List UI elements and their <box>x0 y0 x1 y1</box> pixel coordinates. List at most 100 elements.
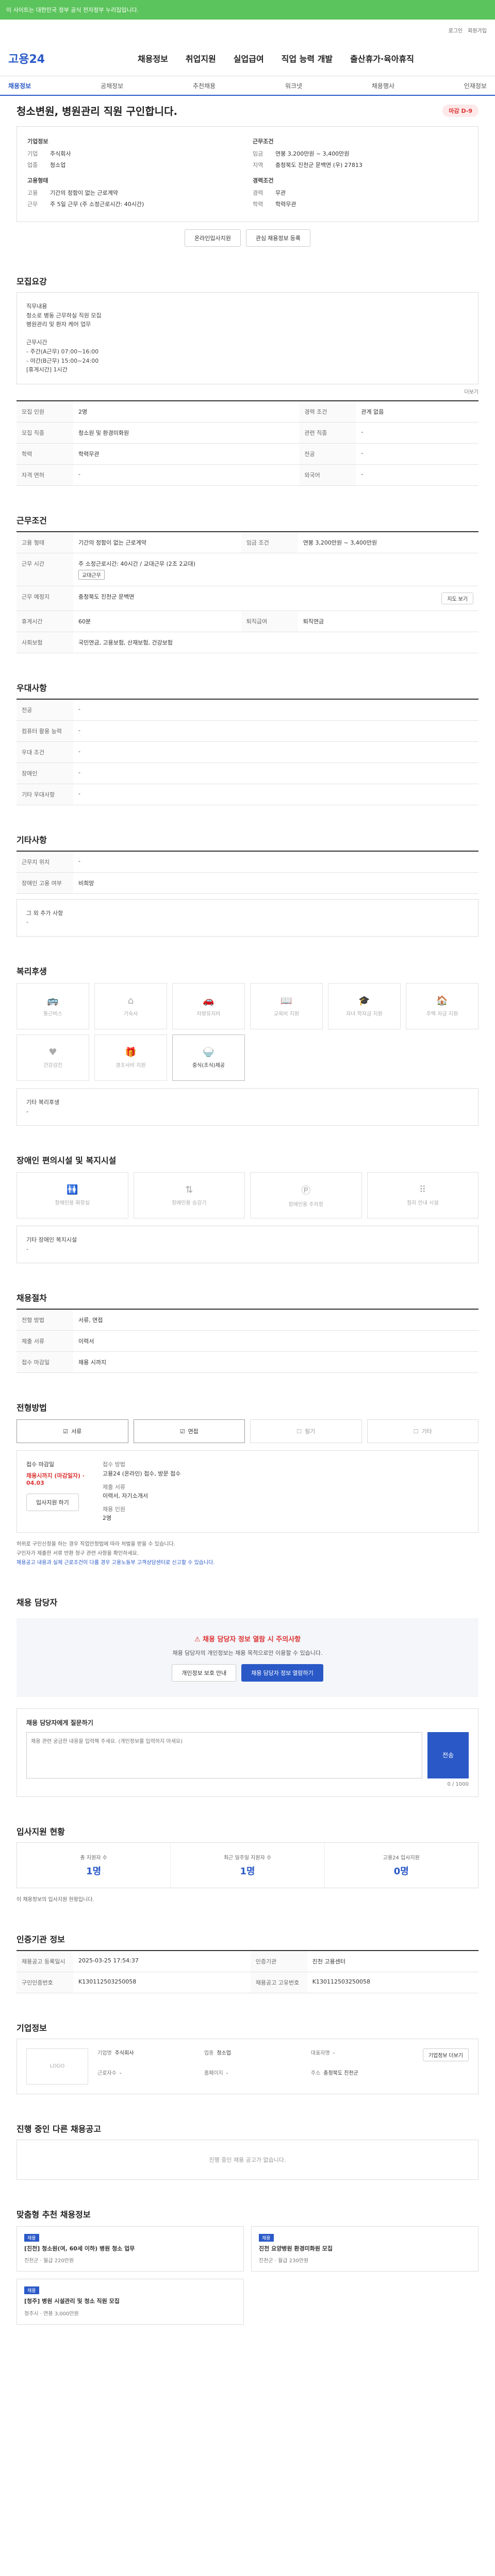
company-type: 청소업 <box>50 162 66 168</box>
check-icon: ☐ <box>413 1428 419 1435</box>
similar-title: 진행 중인 다른 채용공고 <box>16 2124 101 2134</box>
house-icon: 🏠 <box>436 995 448 1006</box>
sub-nav: 채용정보 공채정보 추천채용 워크넷 채용행사 인재정보 <box>0 76 495 96</box>
nav-item-jobs[interactable]: 채용정보 <box>138 52 168 64</box>
apply-docs-value: 이력서, 자기소개서 <box>103 1493 148 1500</box>
table-key: 외국어 <box>299 464 356 486</box>
method-item-written: ☐ 필기 <box>250 1419 362 1444</box>
contact-title: 채용 담당자 <box>16 1597 58 1607</box>
table-value: 진천 고용센터 <box>307 1950 478 1972</box>
stat-item: 총 지원자 수 1명 <box>17 1842 171 1888</box>
table-value: K130112503250058 <box>307 1972 478 1993</box>
notice-item: 구인자가 제출한 서류 반환 청구 관련 사항을 확인하세요. <box>16 1550 139 1556</box>
recruit-more-link[interactable]: 더보기 <box>16 387 478 395</box>
welfare-item: 🚌 통근버스 <box>16 982 89 1029</box>
view-contact-button[interactable]: 채용 담당자 정보 열람하기 <box>241 1664 323 1682</box>
field-key: 대표자명 <box>310 2050 330 2056</box>
welfare-item: 🍚 중식(조식)제공 <box>172 1034 245 1081</box>
subnav-item-4[interactable]: 채용행사 <box>372 81 394 90</box>
field-value: - <box>226 2070 228 2076</box>
apply-docs-label: 제출 서류 <box>103 1483 125 1490</box>
card-title[interactable]: [청주] 병원 시설관리 및 청소 직원 모집 <box>24 2297 236 2306</box>
table-row: 근무 예정지 충청북도 진천군 문백면 지도 보기 <box>16 586 478 611</box>
table-key: 채용공고 고유번호 <box>250 1972 307 1993</box>
recommend-card[interactable]: 채용 진천 요양병원 환경미화원 모집 진천군 · 월급 230만원 <box>251 2226 478 2272</box>
nav-item-training[interactable]: 직업 능력 개발 <box>282 52 333 64</box>
method-item-document: ☑ 서류 <box>16 1419 128 1444</box>
table-value: - <box>356 464 478 486</box>
scrap-button[interactable]: 관심 채용정보 등록 <box>245 229 310 247</box>
card-meta: 진천군 · 월급 220만원 <box>24 2258 74 2264</box>
field-key: 주소 <box>310 2070 321 2076</box>
subnav-item-5[interactable]: 인재정보 <box>464 81 487 90</box>
main-nav: 고용24 채용정보 취업지원 실업급여 직업 능력 개발 출산휴가·육아휴직 <box>0 40 495 76</box>
disability-label: 장애인용 화장실 <box>55 1200 90 1207</box>
inquiry-box: 채용 담당자에게 질문하기 전송 0 / 1000 <box>16 1708 478 1797</box>
table-key: 컴퓨터 활용 능력 <box>16 720 73 742</box>
disability-label: 장애인용 승강기 <box>171 1200 207 1207</box>
disability-label: 점자 안내 시설 <box>406 1200 439 1207</box>
table-row: 전공 - <box>16 699 478 721</box>
workplace-value: 충청북도 진천군 문백면 <box>78 593 135 600</box>
privacy-guide-button[interactable]: 개인정보 보호 안내 <box>172 1664 237 1682</box>
apply-method-value: 고용24 (온라인) 접수, 방문 접수 <box>103 1470 181 1477</box>
inquiry-send-button[interactable]: 전송 <box>427 1732 469 1778</box>
apply-box: 접수 마감일 채용시까지 (마감일자) · 04.03 입사지원 하기 접수 방… <box>16 1450 478 1533</box>
etc-extra-value: - <box>26 919 28 926</box>
nav-item-leave[interactable]: 출산휴가·육아휴직 <box>350 52 414 64</box>
table-key: 자격 면허 <box>16 464 73 486</box>
gov-banner: 이 사이트는 대한민국 정부 공식 전자정부 누리집입니다. <box>0 0 495 20</box>
company-title: 기업정보 <box>16 2023 47 2033</box>
field-value: - <box>333 2050 335 2056</box>
recommend-card[interactable]: 채용 [진천] 청소원(여, 60세 이하) 병원 청소 업무진천군 · 월급 2… <box>16 2226 244 2272</box>
welfare-label: 중식(조식)제공 <box>192 1062 225 1069</box>
stat-value: 1명 <box>240 1866 255 1877</box>
welfare-label: 경조사비 지원 <box>116 1062 146 1069</box>
subnav-item-2[interactable]: 추천채용 <box>193 81 216 90</box>
subnav-item-3[interactable]: 워크넷 <box>285 81 302 90</box>
online-apply-button[interactable]: 온라인입사지원 <box>185 229 241 247</box>
map-button[interactable]: 지도 보기 <box>441 592 473 604</box>
welfare-item: ♥ 건강검진 <box>16 1034 89 1081</box>
subnav-item-1[interactable]: 공채정보 <box>101 81 123 90</box>
table-value: K130112503250058 <box>73 1972 251 1993</box>
table-value: - <box>73 741 478 763</box>
company-field: 홈페이지 - <box>204 2069 307 2084</box>
site-logo[interactable]: 고용24 <box>8 50 65 66</box>
elevator-icon: ⇅ <box>185 1184 193 1196</box>
card-category: 채용 <box>24 2233 39 2242</box>
selection-table: 전형 방법 서류, 면접 제출 서류 이력서 접수 마감일 채용 시까지 <box>16 1309 478 1374</box>
company-more-button[interactable]: 기업정보 더보기 <box>422 2048 469 2061</box>
welfare-label: 건강검진 <box>43 1062 62 1069</box>
method-item-etc: ☐ 기타 <box>367 1419 478 1444</box>
nav-item-support[interactable]: 취업지원 <box>186 52 216 64</box>
table-value: 60분 <box>73 611 241 632</box>
signup-link[interactable]: 회원가입 <box>468 26 487 34</box>
table-value: 비희망 <box>73 872 478 894</box>
table-row: 전형 방법 서류, 면접 <box>16 1309 478 1331</box>
login-link[interactable]: 로그인 <box>449 26 463 34</box>
prefer-table: 전공 - 컴퓨터 활용 능력 - 우대 조건 - 장애인 - 기타 우대사항 - <box>16 698 478 805</box>
recommend-card[interactable]: 채용 [청주] 병원 시설관리 및 청소 직원 모집 청주시 · 연봉 3,000만… <box>16 2279 244 2325</box>
welfare-grid: 🚌 통근버스 ⌂ 기숙사 🚗 차량유지비 📖 교육비 지원 🎓 자녀 학자금 지원 🏠 주택… <box>16 982 478 1081</box>
disability-item: 🚻 장애인용 화장실 <box>16 1172 128 1219</box>
apply-online-button[interactable]: 입사지원 하기 <box>26 1494 79 1512</box>
table-key: 채용공고 등록일시 <box>16 1950 73 1972</box>
table-value: 충청북도 진천군 문백면 지도 보기 <box>73 586 478 611</box>
card-title[interactable]: 진천 요양병원 환경미화원 모집 <box>259 2245 471 2253</box>
gift-icon: 🎁 <box>125 1046 137 1058</box>
card-title[interactable]: [진천] 청소원(여, 60세 이하) 병원 청소 업무 <box>24 2245 236 2253</box>
inquiry-input[interactable] <box>26 1732 422 1778</box>
nav-item-unemployment[interactable]: 실업급여 <box>234 52 264 64</box>
table-value: 채용 시까지 <box>73 1351 478 1374</box>
table-key: 학력 <box>16 443 73 465</box>
table-value: 연봉 3,200만원 ~ 3,400만원 <box>298 531 478 553</box>
table-value: 이력서 <box>73 1330 478 1352</box>
subnav-item-0[interactable]: 채용정보 <box>8 81 31 90</box>
method-label: 기타 <box>421 1428 432 1435</box>
field-key: 기업명 <box>97 2050 112 2056</box>
heart-icon: ♥ <box>48 1046 57 1058</box>
disability-other-box: 기타 장애인 복지시설 - <box>16 1226 478 1264</box>
table-value: 서류, 면접 <box>73 1309 478 1331</box>
selection-title: 채용절차 <box>16 1293 47 1303</box>
